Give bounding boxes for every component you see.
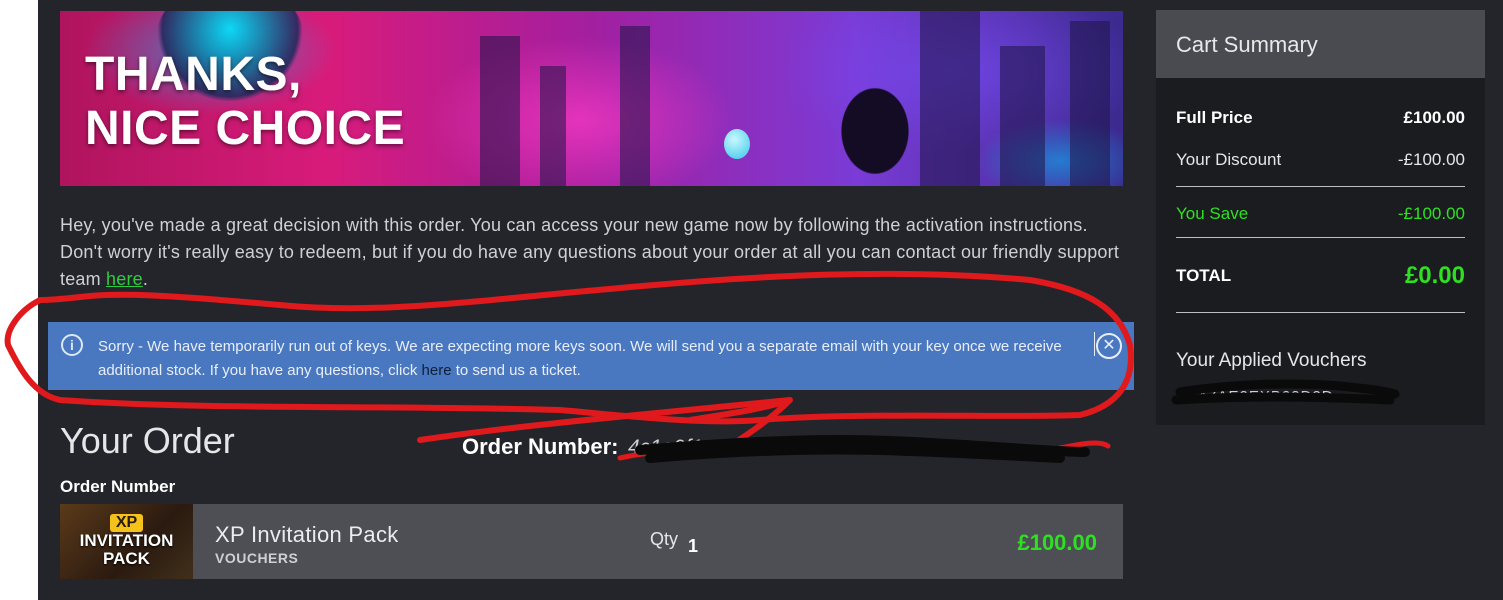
cart-summary-title: Cart Summary: [1156, 10, 1485, 78]
product-thumbnail: XP INVITATION PACK: [60, 504, 193, 579]
full-price-row: Full Price £100.00: [1176, 108, 1465, 128]
hero-tower: [1070, 21, 1110, 186]
your-order-heading: Your Order: [60, 420, 235, 461]
qty-label: Qty: [650, 529, 679, 549]
thumb-xp-badge: XP: [109, 514, 144, 532]
cart-divider: [1176, 237, 1465, 238]
full-price-label: Full Price: [1176, 108, 1253, 127]
product-price: £100.00: [1017, 530, 1097, 555]
cart-divider: [1176, 312, 1465, 313]
close-icon[interactable]: ✕: [1096, 333, 1122, 359]
hero-title-line: THANKS,: [85, 48, 302, 101]
cart-divider: [1176, 186, 1465, 187]
notice-divider: [1094, 332, 1095, 356]
hero-title-line: NICE CHOICE: [85, 102, 406, 155]
out-of-stock-notice: i Sorry - We have temporarily run out of…: [48, 322, 1134, 390]
cart-summary: Cart Summary Full Price £100.00 Your Dis…: [1156, 10, 1485, 425]
order-number-label: Order Number:: [462, 434, 619, 459]
hero-tower: [540, 66, 566, 186]
intro-body: Hey, you've made a great decision with t…: [60, 215, 1120, 289]
savings-row: You Save -£100.00: [1176, 204, 1465, 224]
hero-figure: [820, 51, 930, 186]
order-item: XP INVITATION PACK XP Invitation Pack VO…: [60, 504, 1123, 579]
intro-text: Hey, you've made a great decision with t…: [60, 212, 1123, 293]
qty-value: 1: [688, 536, 699, 556]
applied-vouchers-label: Your Applied Vouchers: [1176, 350, 1367, 371]
total-label: TOTAL: [1176, 266, 1232, 285]
discount-value: -£100.00: [1397, 150, 1465, 169]
hero-tower: [480, 36, 520, 186]
order-number-value: 4c1e9f1e9f3e04ed7bed4d6af46123e: [628, 436, 972, 459]
notice-suffix: to send us a ticket.: [451, 362, 581, 379]
thumb-text: PACK: [103, 549, 150, 568]
product-name: XP Invitation Pack: [215, 522, 399, 547]
notice-message: Sorry - We have temporarily run out of k…: [98, 335, 1088, 383]
hero-title: THANKS, NICE CHOICE: [85, 48, 405, 156]
total-value: £0.00: [1404, 262, 1465, 289]
hero-tower: [620, 26, 650, 186]
product-category: VOUCHERS: [215, 550, 299, 566]
ticket-link[interactable]: here: [422, 362, 452, 379]
discount-label: Your Discount: [1176, 150, 1282, 169]
hero-tower: [1000, 46, 1045, 186]
thumb-text: INVITATION: [79, 531, 174, 550]
full-price-value: £100.00: [1403, 108, 1465, 127]
total-row: TOTAL £0.00: [1176, 262, 1465, 289]
hero-balloon: [724, 129, 750, 159]
order-number-sublabel: Order Number: [60, 477, 176, 496]
intro-suffix: .: [142, 269, 149, 289]
info-icon: i: [61, 334, 83, 356]
discount-row: Your Discount -£100.00: [1176, 150, 1465, 170]
support-link[interactable]: here: [106, 269, 143, 289]
savings-value: -£100.00: [1397, 204, 1465, 223]
savings-label: You Save: [1176, 204, 1249, 223]
voucher-code: BE4ZAE2EXB23D2D: [1176, 388, 1334, 405]
